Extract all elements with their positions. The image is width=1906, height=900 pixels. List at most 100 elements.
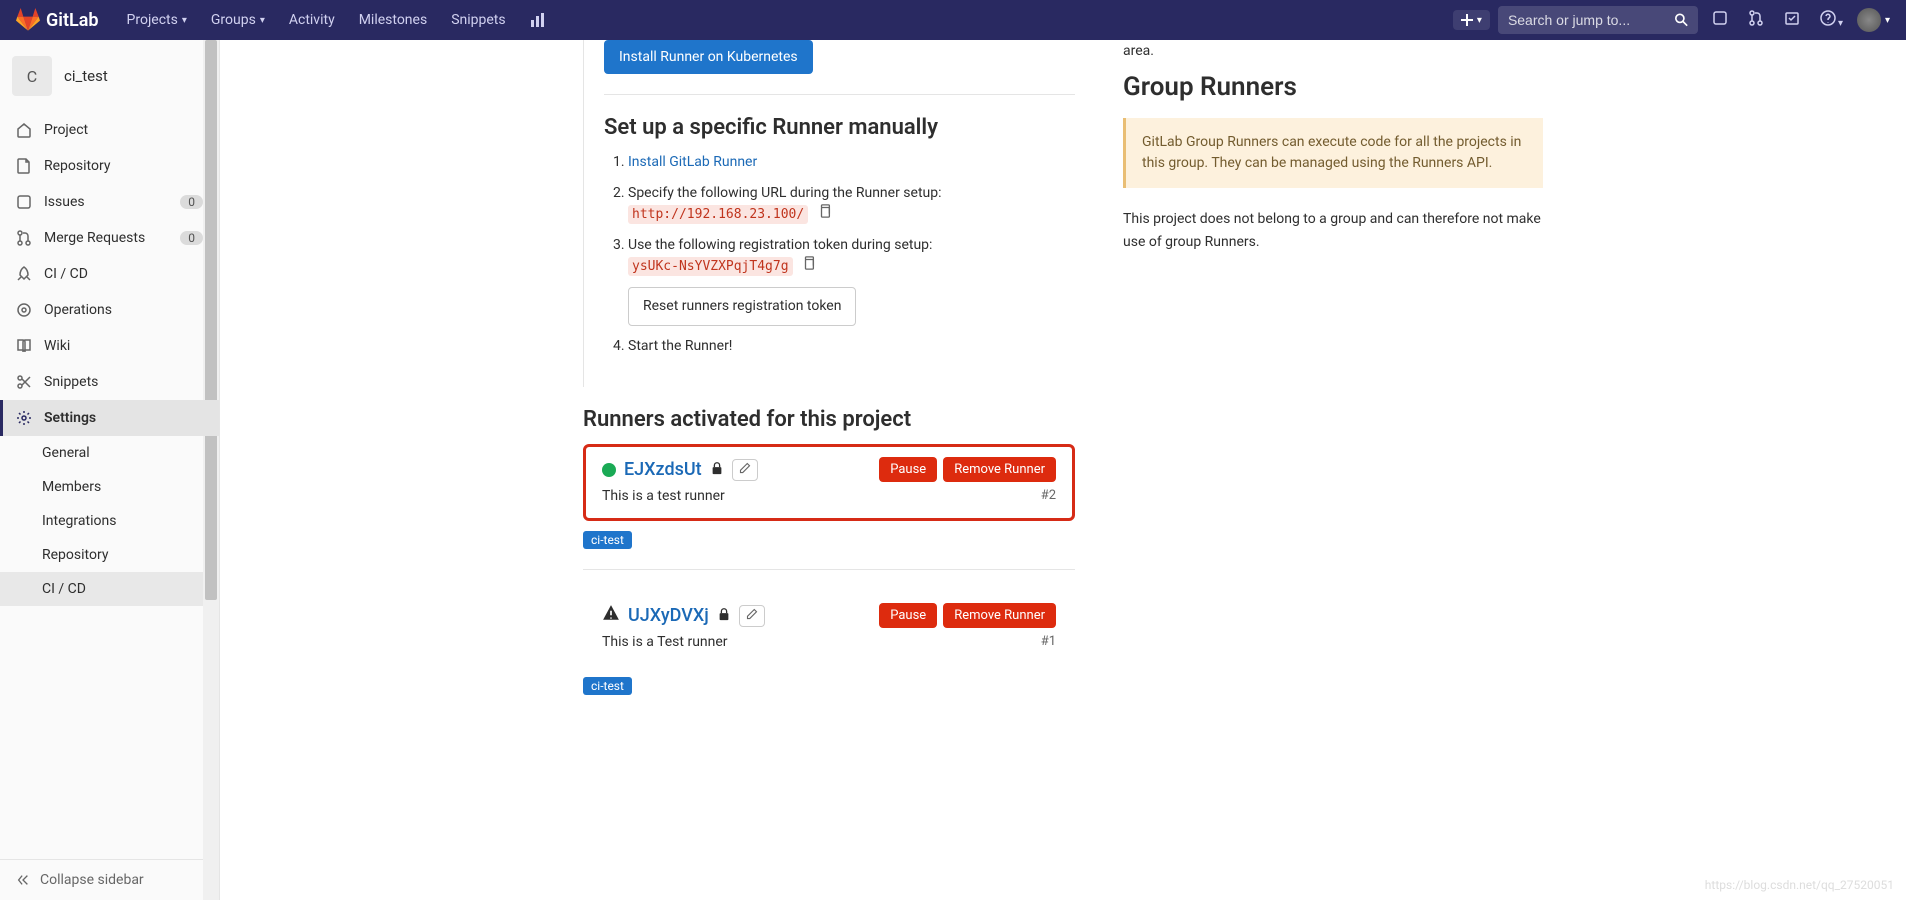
nav-projects[interactable]: Projects ▾ xyxy=(115,12,199,28)
runner-token-code: ysUKc-NsYVZXPqjT4g7g xyxy=(628,257,793,276)
sidebar-item-label: Settings xyxy=(44,410,96,426)
step-3: Use the following registration token dur… xyxy=(628,235,1075,326)
nav-links: Projects ▾ Groups▾ Activity Milestones Sn… xyxy=(115,12,558,28)
issues-icon xyxy=(16,194,32,210)
help-icon[interactable]: ▾ xyxy=(1814,10,1849,30)
sidebar-item-project[interactable]: Project xyxy=(0,112,219,148)
watermark: https://blog.csdn.net/qq_27520051 xyxy=(1705,878,1894,892)
area-text: area. xyxy=(1123,40,1543,62)
divider xyxy=(604,94,1075,95)
pause-runner-button[interactable]: Pause xyxy=(879,603,937,628)
nav-projects-label: Projects xyxy=(127,12,178,28)
step-4: Start the Runner! xyxy=(628,336,1075,357)
sidebar-item-snippets[interactable]: Snippets xyxy=(0,364,219,400)
search-box[interactable] xyxy=(1498,6,1698,34)
sidebar-item-label: Project xyxy=(44,122,88,138)
new-button[interactable]: ▾ xyxy=(1453,10,1490,30)
collapse-label: Collapse sidebar xyxy=(40,872,144,888)
chevron-down-icon: ▾ xyxy=(1838,18,1843,29)
count-badge: 0 xyxy=(180,195,203,209)
lock-icon xyxy=(717,607,731,625)
nav-analytics-icon[interactable] xyxy=(518,12,558,28)
issues-icon[interactable] xyxy=(1706,10,1734,30)
gitlab-logo-icon xyxy=(16,8,40,32)
sidebar-item-label: Repository xyxy=(44,158,110,174)
runner-tag: ci-test xyxy=(583,531,632,549)
nav-activity[interactable]: Activity xyxy=(277,12,347,28)
runner-description: This is a test runner xyxy=(602,488,725,504)
project-header[interactable]: C ci_test xyxy=(0,40,219,112)
install-kubernetes-button[interactable]: Install Runner on Kubernetes xyxy=(604,40,813,74)
remove-runner-button[interactable]: Remove Runner xyxy=(943,603,1056,628)
sidebar-item-merge-requests[interactable]: Merge Requests 0 xyxy=(0,220,219,256)
header-right: ▾ ▾ ▾ xyxy=(1453,6,1890,34)
project-avatar: C xyxy=(12,56,52,96)
status-online-icon xyxy=(602,463,616,477)
copy-token-button[interactable] xyxy=(802,258,816,274)
runner-description: This is a Test runner xyxy=(602,634,728,650)
top-header: GitLab Projects ▾ Groups▾ Activity Milest… xyxy=(0,0,1906,40)
right-column: area. Group Runners GitLab Group Runners… xyxy=(1123,40,1543,860)
gear-icon xyxy=(16,410,32,426)
no-group-text: This project does not belong to a group … xyxy=(1123,208,1543,253)
sidebar-item-settings[interactable]: Settings xyxy=(0,400,219,436)
runner-id-link[interactable]: EJXzdsUt xyxy=(624,459,702,480)
step-2-text: Specify the following URL during the Run… xyxy=(628,185,942,201)
logo[interactable]: GitLab xyxy=(16,8,99,32)
sidebar-item-label: Merge Requests xyxy=(44,230,145,246)
sidebar-item-wiki[interactable]: Wiki xyxy=(0,328,219,364)
runner-id-link[interactable]: UJXyDVXj xyxy=(628,605,709,626)
copy-url-button[interactable] xyxy=(818,206,832,222)
search-input[interactable] xyxy=(1508,12,1675,28)
sidebar-sub-ci-cd[interactable]: CI / CD xyxy=(0,572,219,606)
step-2: Specify the following URL during the Run… xyxy=(628,183,1075,225)
sidebar-sub-integrations[interactable]: Integrations xyxy=(0,504,219,538)
main-content: Install Runner on Kubernetes Set up a sp… xyxy=(220,40,1906,900)
lock-icon xyxy=(710,461,724,479)
sidebar-sub-members[interactable]: Members xyxy=(0,470,219,504)
remove-runner-button[interactable]: Remove Runner xyxy=(943,457,1056,482)
status-warning-icon xyxy=(602,604,620,627)
group-runners-title: Group Runners xyxy=(1123,72,1543,102)
activated-runners-title: Runners activated for this project xyxy=(583,407,1075,432)
runners-list: EJXzdsUt Pause Remove Runner This is a t… xyxy=(583,444,1075,695)
sidebar-item-ci-cd[interactable]: CI / CD xyxy=(0,256,219,292)
count-badge: 0 xyxy=(180,231,203,245)
setup-steps: Install GitLab Runner Specify the follow… xyxy=(604,152,1075,357)
chevron-down-icon: ▾ xyxy=(1477,15,1482,26)
sidebar-item-label: CI / CD xyxy=(44,266,88,282)
sidebar-sub-repository[interactable]: Repository xyxy=(0,538,219,572)
chevron-down-icon: ▾ xyxy=(260,15,265,26)
merge-requests-icon[interactable] xyxy=(1742,10,1770,30)
project-name: ci_test xyxy=(64,67,108,85)
step-1: Install GitLab Runner xyxy=(628,152,1075,173)
pause-runner-button[interactable]: Pause xyxy=(879,457,937,482)
runner-tag: ci-test xyxy=(583,677,632,695)
nav-groups[interactable]: Groups▾ xyxy=(199,12,277,28)
sidebar-item-issues[interactable]: Issues0 xyxy=(0,184,219,220)
runner-url-code: http://192.168.23.100/ xyxy=(628,205,808,224)
step-3-text: Use the following registration token dur… xyxy=(628,237,932,253)
install-runner-link[interactable]: Install GitLab Runner xyxy=(628,154,757,170)
sidebar-item-operations[interactable]: Operations xyxy=(0,292,219,328)
edit-runner-button[interactable] xyxy=(732,459,758,481)
sidebar-item-repository[interactable]: Repository xyxy=(0,148,219,184)
sidebar-sub-general[interactable]: General xyxy=(0,436,219,470)
scissors-icon xyxy=(16,374,32,390)
collapse-sidebar[interactable]: Collapse sidebar xyxy=(0,859,219,900)
brand-name: GitLab xyxy=(46,10,99,31)
avatar xyxy=(1857,8,1881,32)
nav-snippets[interactable]: Snippets xyxy=(439,12,517,28)
rocket-icon xyxy=(16,266,32,282)
todos-icon[interactable] xyxy=(1778,10,1806,30)
manual-setup-title: Set up a specific Runner manually xyxy=(604,115,1075,140)
runner-number: #2 xyxy=(1041,488,1056,504)
nav-milestones[interactable]: Milestones xyxy=(347,12,440,28)
chevron-down-icon: ▾ xyxy=(182,15,187,26)
search-icon xyxy=(1675,13,1688,27)
reset-token-button[interactable]: Reset runners registration token xyxy=(628,287,856,326)
file-icon xyxy=(16,158,32,174)
user-menu[interactable]: ▾ xyxy=(1857,8,1890,32)
edit-runner-button[interactable] xyxy=(739,605,765,627)
book-icon xyxy=(16,338,32,354)
